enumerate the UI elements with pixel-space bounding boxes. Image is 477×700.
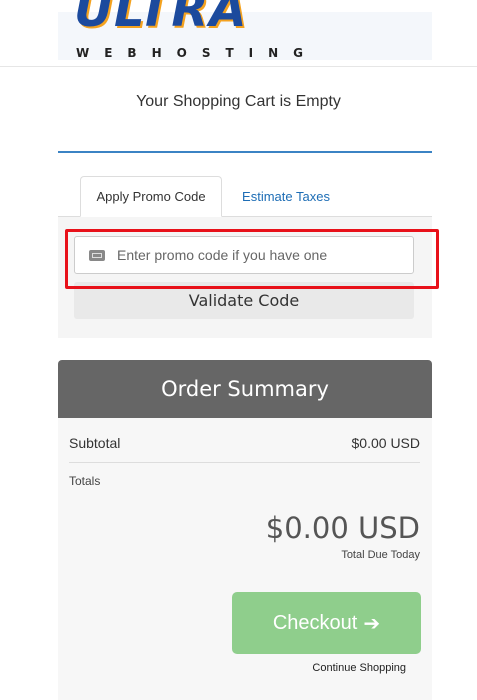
total-due-label: Total Due Today (341, 549, 420, 561)
total-amount: $0.00 USD (265, 511, 420, 545)
totals-label: Totals (69, 474, 101, 488)
site-header: ULTRA WEBHOSTING (0, 0, 477, 67)
order-summary-title: Order Summary (58, 360, 432, 418)
arrow-right-icon: ➔ (363, 612, 381, 635)
divider (58, 151, 432, 153)
logo[interactable]: ULTRA (74, 0, 247, 40)
continue-shopping-link[interactable]: Continue Shopping (312, 662, 406, 674)
checkout-button[interactable]: Checkout ➔ (232, 592, 421, 654)
subtotal-value: $0.00 USD (351, 435, 420, 451)
tab-estimate-taxes[interactable]: Estimate Taxes (228, 176, 344, 217)
tab-apply-promo-code[interactable]: Apply Promo Code (80, 176, 222, 217)
subtotal-label: Subtotal (69, 435, 121, 451)
empty-cart-message: Your Shopping Cart is Empty (136, 93, 341, 110)
order-summary-panel: Order Summary Subtotal $0.00 USD Totals … (58, 360, 432, 700)
highlight-box (65, 229, 439, 289)
logo-subtitle: WEBHOSTING (76, 46, 319, 60)
checkout-label: Checkout (272, 611, 358, 634)
summary-divider (69, 462, 420, 463)
